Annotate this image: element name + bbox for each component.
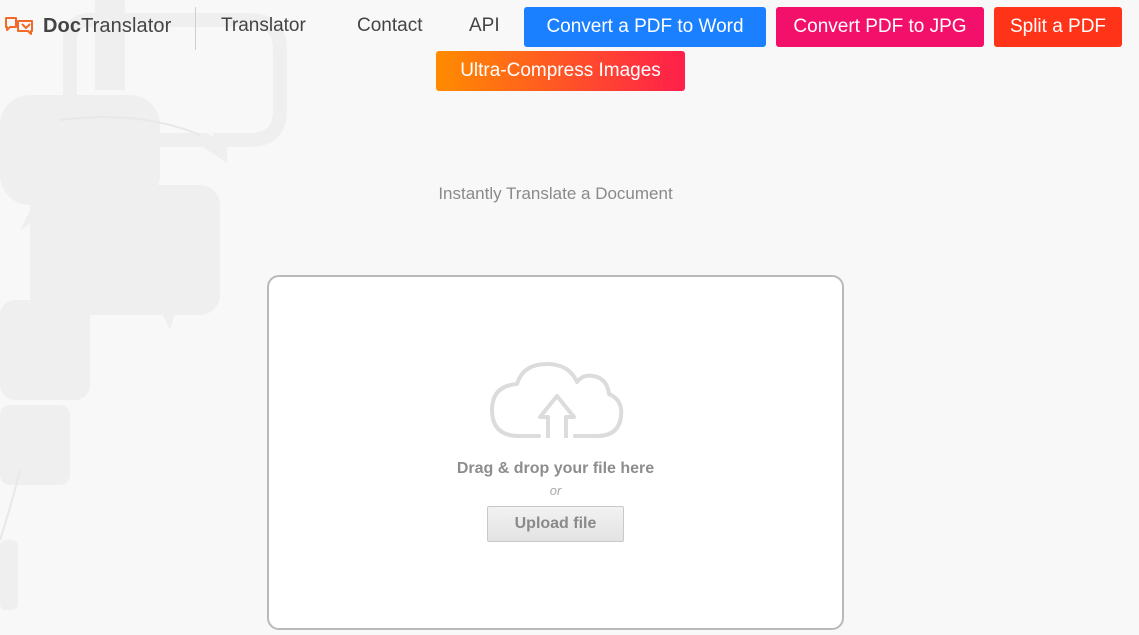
convert-pdf-to-word-button[interactable]: Convert a PDF to Word	[524, 7, 766, 47]
upload-file-button[interactable]: Upload file	[487, 506, 624, 542]
header-divider	[195, 7, 196, 50]
nav-link-api[interactable]: API	[469, 14, 500, 38]
site-header: DocTranslator Translator Contact API Con…	[0, 0, 1139, 95]
site-logo[interactable]: DocTranslator	[4, 12, 171, 40]
drag-drop-text: Drag & drop your file here	[456, 460, 655, 477]
background-bubbles-art	[0, 0, 287, 610]
logo-text-bold: Doc	[43, 14, 82, 37]
page-tagline: Instantly Translate a Document	[438, 184, 673, 203]
file-dropzone[interactable]: Drag & drop your file here or Upload fil…	[267, 275, 844, 630]
nav-link-translator[interactable]: Translator	[221, 14, 306, 38]
or-separator-text: or	[549, 483, 562, 498]
cloud-upload-icon	[490, 362, 624, 438]
page: DocTranslator Translator Contact API Con…	[0, 0, 1139, 635]
logo-text-regular: Translator	[81, 14, 172, 37]
ultra-compress-images-button[interactable]: Ultra-Compress Images	[436, 51, 685, 91]
nav-link-contact[interactable]: Contact	[357, 14, 422, 38]
logo-text: DocTranslator	[43, 15, 171, 38]
speech-bubbles-icon	[5, 17, 33, 35]
split-a-pdf-button[interactable]: Split a PDF	[994, 7, 1122, 47]
convert-pdf-to-jpg-button[interactable]: Convert PDF to JPG	[776, 7, 984, 47]
